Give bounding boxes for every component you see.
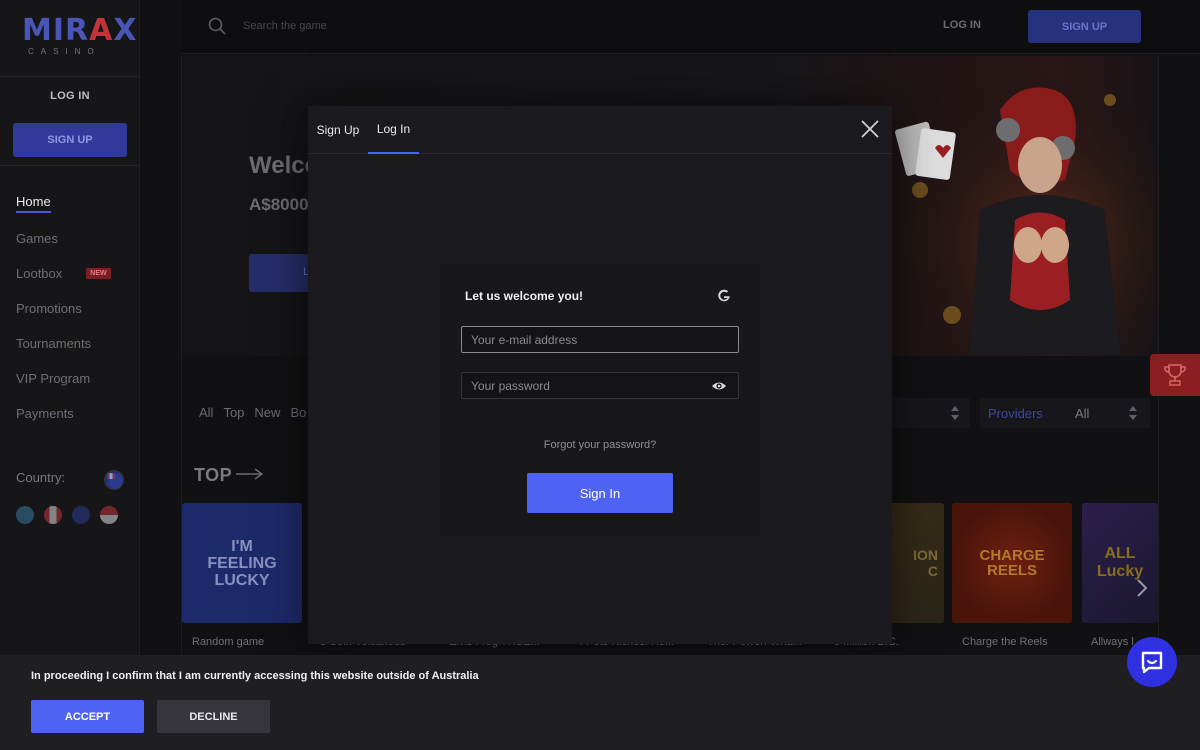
sign-in-button[interactable]: Sign In xyxy=(527,473,673,513)
casino-logo[interactable]: MIRAX CASINO xyxy=(22,16,136,64)
region-notice-bar: In proceeding I confirm that I am curren… xyxy=(0,655,1200,750)
sort-select[interactable] xyxy=(890,398,970,428)
close-icon[interactable] xyxy=(861,120,879,138)
providers-value: All xyxy=(1075,406,1090,421)
sidebar-signup-button[interactable]: SIGN UP xyxy=(13,123,127,157)
sidebar-item-vip-program[interactable]: VIP Program xyxy=(16,361,111,396)
notice-text: In proceeding I confirm that I am curren… xyxy=(31,670,479,682)
game-tile-allways[interactable]: ALL Lucky xyxy=(1082,503,1158,623)
world-flag-icon[interactable] xyxy=(16,506,34,524)
game-tile-charge-the-reels[interactable]: CHARGE REELS xyxy=(952,503,1072,623)
accept-button[interactable]: ACCEPT xyxy=(31,700,144,733)
chevron-right-icon[interactable] xyxy=(1136,578,1148,598)
login-modal: Sign Up Log In Let us welcome you! Forgo… xyxy=(308,106,892,644)
filter-tab-all[interactable]: All xyxy=(199,405,213,420)
filter-tab-top[interactable]: Top xyxy=(223,405,244,420)
password-field[interactable] xyxy=(461,372,739,399)
nz-flag-icon[interactable] xyxy=(72,506,90,524)
game-title: Random game xyxy=(192,636,265,648)
sidebar-item-promotions[interactable]: Promotions xyxy=(16,291,111,326)
google-icon[interactable] xyxy=(716,288,732,304)
country-flag-icon[interactable] xyxy=(104,470,124,490)
live-chat-button[interactable] xyxy=(1127,637,1177,687)
sidebar-item-tournaments[interactable]: Tournaments xyxy=(16,326,111,361)
email-field[interactable] xyxy=(461,326,739,353)
providers-label: Providers xyxy=(988,406,1043,421)
banner-subtitle: A$8000 xyxy=(249,195,309,214)
section-heading: TOP xyxy=(194,465,233,485)
chat-bubble-icon xyxy=(1141,651,1163,674)
sort-arrows-icon xyxy=(951,406,959,420)
login-form: Let us welcome you! Forgot your password… xyxy=(440,264,760,536)
austria-flag-icon[interactable] xyxy=(100,506,118,524)
filter-tab-new[interactable]: New xyxy=(254,405,280,420)
decline-button[interactable]: DECLINE xyxy=(157,700,270,733)
country-label: Country: xyxy=(16,470,66,485)
forgot-password-link[interactable]: Forgot your password? xyxy=(440,439,760,451)
eye-icon[interactable] xyxy=(711,379,727,393)
game-tile-random[interactable]: I'M FEELING LUCKY xyxy=(182,503,302,623)
jester-character-image xyxy=(880,70,1155,355)
game-filter-tabs: All Top New Bo xyxy=(199,405,316,420)
canada-flag-icon[interactable] xyxy=(44,506,62,524)
trophy-icon xyxy=(1164,364,1186,386)
sidebar: MIRAX CASINO LOG IN SIGN UP Home Games L… xyxy=(0,0,140,750)
modal-tabs: Sign Up Log In xyxy=(308,106,892,154)
sort-arrows-icon xyxy=(1129,406,1137,420)
providers-select[interactable]: Providers All xyxy=(980,398,1150,428)
arrow-right-icon[interactable] xyxy=(236,466,264,482)
sidebar-nav: Home Games Lootbox NEW Promotions Tournam… xyxy=(16,186,111,431)
tab-sign-up[interactable]: Sign Up xyxy=(308,106,368,154)
search-icon[interactable] xyxy=(208,17,226,35)
sidebar-login-link[interactable]: LOG IN xyxy=(0,90,140,102)
sidebar-item-games[interactable]: Games xyxy=(16,221,111,256)
new-badge: NEW xyxy=(86,268,111,279)
tab-log-in[interactable]: Log In xyxy=(368,106,419,154)
sidebar-divider xyxy=(0,76,140,77)
banner-cta-button[interactable]: L xyxy=(249,254,311,292)
header-signup-button[interactable]: SIGN UP xyxy=(1028,10,1141,43)
tournaments-tab[interactable] xyxy=(1150,354,1200,396)
filter-tab-bonus[interactable]: Bo xyxy=(290,405,306,420)
sidebar-divider xyxy=(0,165,140,166)
header-login-link[interactable]: LOG IN xyxy=(930,19,994,31)
form-title: Let us welcome you! xyxy=(465,289,584,303)
sidebar-item-home[interactable]: Home xyxy=(16,186,111,221)
search-input[interactable] xyxy=(243,16,543,36)
sidebar-item-lootbox[interactable]: Lootbox NEW xyxy=(16,256,111,291)
game-title: Charge the Reels xyxy=(962,636,1048,648)
sidebar-item-payments[interactable]: Payments xyxy=(16,396,111,431)
